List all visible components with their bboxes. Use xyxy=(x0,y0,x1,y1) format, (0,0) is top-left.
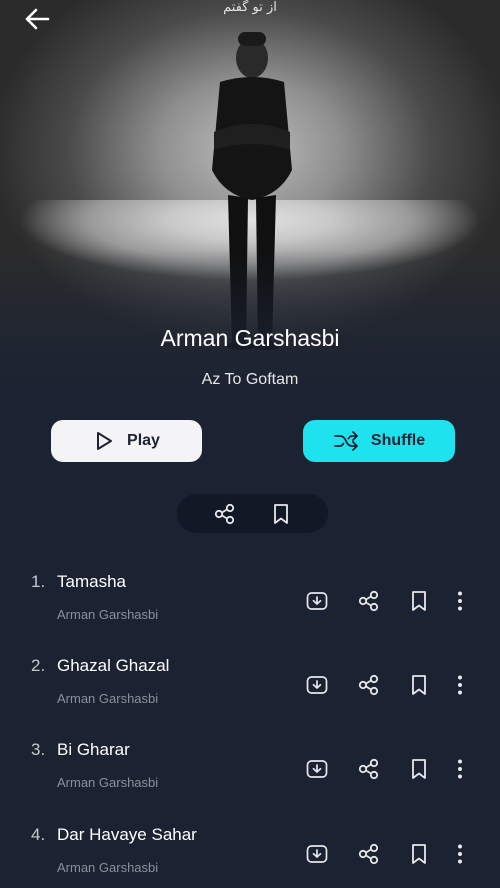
album-logo-text: از تو گفتم xyxy=(223,0,277,15)
more-options-button[interactable] xyxy=(448,589,472,613)
share-button[interactable] xyxy=(357,757,381,781)
download-icon xyxy=(306,845,328,863)
cover-fade xyxy=(0,250,500,390)
bookmark-icon xyxy=(412,591,426,611)
download-icon xyxy=(306,760,328,778)
play-label: Play xyxy=(127,432,160,449)
track-row[interactable]: 2. Ghazal Ghazal Arman Garshasbi xyxy=(0,656,500,740)
track-artist: Arman Garshasbi xyxy=(57,775,159,790)
bookmark-icon xyxy=(412,759,426,779)
bookmark-icon xyxy=(273,503,288,524)
track-row[interactable]: 1. Tamasha Arman Garshasbi xyxy=(0,572,500,656)
play-button[interactable]: Play xyxy=(51,420,202,462)
track-artist: Arman Garshasbi xyxy=(57,607,159,622)
share-icon xyxy=(358,843,379,865)
arrow-left-icon xyxy=(25,8,50,30)
share-button[interactable] xyxy=(357,673,381,697)
album-title: Az To Goftam xyxy=(201,371,299,388)
shuffle-button[interactable]: Shuffle xyxy=(303,420,455,462)
download-button[interactable] xyxy=(305,673,329,697)
track-artist: Arman Garshasbi xyxy=(57,860,159,875)
bookmark-icon xyxy=(412,675,426,695)
bookmark-icon xyxy=(412,844,426,864)
more-options-button[interactable] xyxy=(448,842,472,866)
shuffle-label: Shuffle xyxy=(370,432,426,449)
share-album-button[interactable] xyxy=(213,502,237,526)
track-title[interactable]: Bi Gharar xyxy=(57,740,130,760)
track-number: 3. xyxy=(31,740,46,759)
more-options-button[interactable] xyxy=(448,673,472,697)
more-vertical-icon xyxy=(458,844,462,864)
track-row[interactable]: 4. Dar Havaye Sahar Arman Garshasbi xyxy=(0,825,500,888)
bookmark-button[interactable] xyxy=(407,589,431,613)
download-icon xyxy=(306,676,328,694)
more-vertical-icon xyxy=(458,759,462,779)
track-row[interactable]: 3. Bi Gharar Arman Garshasbi xyxy=(0,740,500,824)
bookmark-button[interactable] xyxy=(407,757,431,781)
track-title[interactable]: Tamasha xyxy=(57,572,126,592)
share-icon xyxy=(358,590,379,612)
artist-name[interactable]: Arman Garshasbi xyxy=(0,325,500,352)
back-button[interactable] xyxy=(22,6,52,32)
bookmark-button[interactable] xyxy=(407,673,431,697)
download-button[interactable] xyxy=(305,842,329,866)
track-artist: Arman Garshasbi xyxy=(57,691,159,706)
share-button[interactable] xyxy=(357,842,381,866)
bookmark-button[interactable] xyxy=(407,842,431,866)
track-title[interactable]: Ghazal Ghazal xyxy=(57,656,169,676)
more-options-button[interactable] xyxy=(448,757,472,781)
track-number: 4. xyxy=(31,825,46,844)
track-title[interactable]: Dar Havaye Sahar xyxy=(57,825,197,845)
track-number: 1. xyxy=(31,572,46,591)
share-icon xyxy=(358,758,379,780)
download-icon xyxy=(306,592,328,610)
shuffle-icon xyxy=(333,431,358,451)
more-vertical-icon xyxy=(458,675,462,695)
download-button[interactable] xyxy=(305,589,329,613)
share-icon xyxy=(215,503,235,524)
download-button[interactable] xyxy=(305,757,329,781)
share-button[interactable] xyxy=(357,589,381,613)
share-icon xyxy=(358,674,379,696)
play-icon xyxy=(97,432,113,450)
bookmark-album-button[interactable] xyxy=(270,502,292,526)
track-number: 2. xyxy=(31,656,46,675)
more-vertical-icon xyxy=(458,591,462,611)
share-bar xyxy=(177,494,328,533)
